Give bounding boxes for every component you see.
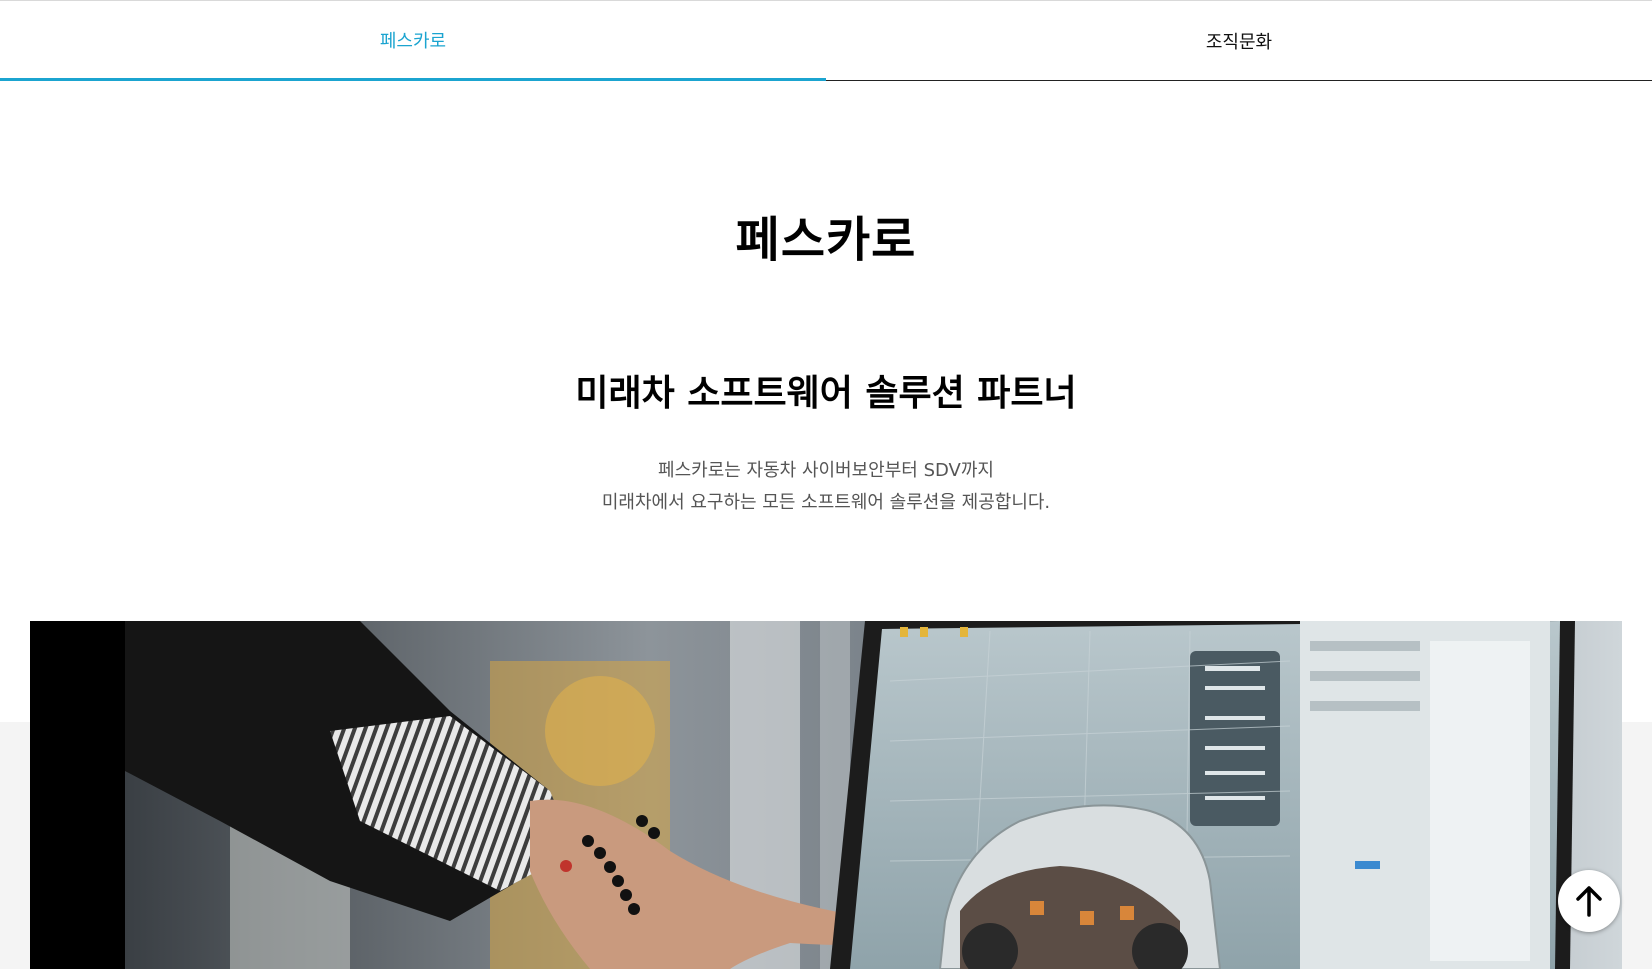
scroll-to-top-button[interactable] [1558,870,1620,932]
tab-culture[interactable]: 조직문화 [826,1,1652,81]
tab-bar: 페스카로 조직문화 [0,0,1652,81]
description-line-2: 미래차에서 요구하는 모든 소프트웨어 솔루션을 제공합니다. [601,492,1051,513]
page-title: 페스카로 [735,212,917,268]
description-line-1: 페스카로는 자동차 사이버보안부터 SDV까지 [658,460,994,481]
section-subtitle: 미래차 소프트웨어 솔루션 파트너 [575,373,1077,414]
tab-company[interactable]: 페스카로 [0,1,826,81]
hero-illustration [30,621,1622,969]
hero-image [30,621,1622,969]
arrow-up-icon [1576,886,1602,917]
section-description: 페스카로는 자동차 사이버보안부터 SDV까지 미래차에서 요구하는 모든 소프… [0,455,1652,519]
